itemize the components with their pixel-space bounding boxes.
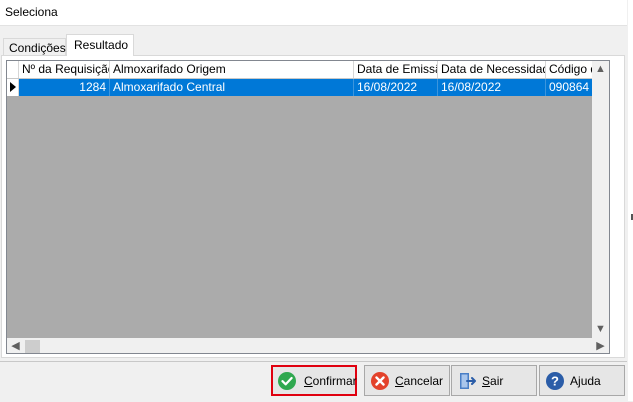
help-label: Ajuda [570, 374, 601, 388]
cell-requisicao[interactable]: 1284 [19, 79, 110, 96]
exit-label: Sair [482, 374, 504, 388]
exit-button[interactable]: Sair [451, 365, 537, 396]
column-header-data-necessidade[interactable]: Data de Necessidade [438, 61, 546, 78]
help-icon: ? [546, 372, 564, 390]
horizontal-scroll-thumb[interactable] [25, 340, 40, 353]
column-header-requisicao[interactable]: Nº da Requisição [19, 61, 110, 78]
scroll-down-icon[interactable]: ▼ [592, 321, 609, 338]
title-bar: Seleciona [0, 0, 627, 26]
help-button[interactable]: ? Ajuda [539, 365, 625, 396]
header-indicator-cell [7, 61, 19, 78]
cancel-label: Cancelar [395, 374, 444, 388]
check-circle-icon [278, 372, 296, 390]
row-indicator [7, 79, 19, 96]
scroll-left-icon[interactable]: ◀ [7, 338, 24, 353]
scroll-right-icon[interactable]: ▶ [592, 338, 609, 353]
svg-text:?: ? [551, 374, 559, 389]
confirm-label: Confirmar [304, 374, 357, 388]
x-circle-icon [371, 372, 389, 390]
cancel-button[interactable]: Cancelar [364, 365, 450, 396]
table-row[interactable]: 1284 Almoxarifado Central 16/08/2022 16/… [7, 79, 609, 96]
horizontal-scrollbar[interactable]: ◀ ▶ [7, 338, 609, 353]
tab-condicoes[interactable]: Condições [3, 38, 66, 55]
cell-data-emissao[interactable]: 16/08/2022 [354, 79, 438, 96]
column-header-data-emissao[interactable]: Data de Emissão [354, 61, 438, 78]
scroll-up-icon[interactable]: ▲ [592, 61, 609, 78]
window-edge [628, 0, 633, 401]
confirm-button[interactable]: Confirmar [271, 365, 357, 396]
cell-almoxarifado[interactable]: Almoxarifado Central [110, 79, 354, 96]
exit-door-icon [460, 373, 476, 389]
cell-data-necessidade[interactable]: 16/08/2022 [438, 79, 546, 96]
results-grid[interactable]: Nº da Requisição Almoxarifado Origem Dat… [6, 60, 610, 354]
grid-header: Nº da Requisição Almoxarifado Origem Dat… [7, 61, 609, 79]
tab-resultado[interactable]: Resultado [66, 34, 134, 56]
column-header-almoxarifado[interactable]: Almoxarifado Origem [110, 61, 354, 78]
vertical-scrollbar[interactable]: ▲ ▼ [592, 61, 609, 338]
window-title: Seleciona [5, 5, 58, 19]
row-pointer-icon [10, 82, 16, 92]
